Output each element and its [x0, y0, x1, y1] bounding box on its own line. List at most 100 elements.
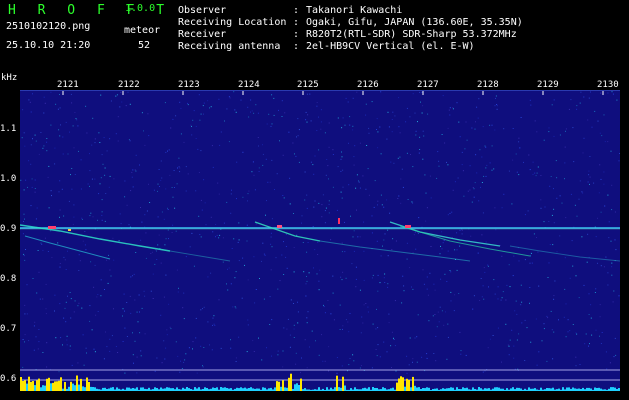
noise-speck [109, 338, 111, 340]
activity-bar [196, 388, 198, 391]
activity-bar [48, 377, 50, 391]
noise-speck [74, 112, 76, 113]
noise-speck [349, 116, 351, 118]
noise-speck [139, 311, 140, 313]
noise-speck [576, 215, 578, 217]
noise-speck [594, 292, 596, 293]
noise-speck [494, 129, 496, 131]
activity-bar [374, 388, 376, 391]
noise-speck [413, 234, 415, 236]
noise-speck [567, 319, 569, 321]
activity-bar [262, 387, 264, 391]
noise-speck [228, 267, 230, 269]
noise-speck [377, 204, 378, 206]
noise-speck [264, 254, 266, 256]
noise-speck [30, 163, 32, 165]
noise-speck [66, 339, 68, 341]
noise-speck [536, 364, 538, 366]
noise-speck [365, 114, 367, 116]
noise-speck [241, 297, 243, 299]
meteor-echo [338, 218, 340, 224]
noise-speck [489, 162, 491, 164]
activity-bar [514, 389, 516, 391]
noise-speck [91, 144, 93, 146]
noise-speck [487, 265, 489, 267]
noise-speck [115, 133, 117, 135]
noise-speck [398, 97, 400, 99]
meteor-echo [48, 226, 56, 229]
noise-speck [605, 256, 607, 258]
noise-speck [67, 250, 68, 252]
noise-speck [514, 310, 516, 312]
noise-speck [445, 311, 446, 313]
noise-speck [141, 307, 143, 309]
noise-speck [92, 117, 94, 119]
noise-speck [153, 189, 155, 191]
noise-speck [305, 111, 307, 113]
time-tick-label: 2126 [357, 80, 379, 90]
noise-speck [509, 339, 511, 341]
noise-speck [73, 216, 75, 218]
activity-bar [356, 389, 358, 391]
activity-bar [322, 388, 324, 391]
noise-speck [283, 274, 285, 275]
noise-speck [484, 271, 486, 273]
activity-bar [420, 389, 422, 391]
noise-speck [222, 237, 224, 239]
noise-speck [429, 272, 431, 274]
activity-bar [580, 389, 582, 391]
activity-bar [474, 389, 476, 391]
noise-speck [495, 95, 497, 97]
noise-speck [586, 261, 588, 263]
noise-speck [304, 199, 306, 201]
activity-bar [74, 385, 76, 391]
noise-speck [298, 161, 300, 163]
noise-speck [589, 183, 590, 185]
noise-speck [529, 262, 531, 264]
frequency-tick-label: 0.8 [0, 274, 17, 284]
noise-speck [380, 255, 382, 257]
noise-speck [417, 232, 419, 234]
info-value: R820T2(RTL-SDR) SDR-Sharp 53.372MHz [306, 29, 517, 40]
noise-speck [207, 276, 209, 278]
noise-speck [171, 232, 173, 233]
noise-speck [613, 290, 615, 292]
noise-speck [564, 257, 566, 259]
noise-speck [590, 91, 591, 93]
noise-speck [419, 149, 421, 150]
noise-speck [553, 208, 555, 210]
header-panel: H R O F F T 1.0.0 2510102120.png meteor … [0, 0, 629, 72]
activity-bar [368, 387, 370, 391]
noise-speck [391, 249, 393, 251]
noise-speck [512, 275, 514, 277]
noise-speck [23, 213, 25, 215]
noise-speck [313, 206, 315, 208]
noise-speck [611, 262, 613, 264]
noise-speck [352, 97, 354, 99]
activity-bar [392, 387, 394, 391]
noise-speck [200, 345, 202, 347]
activity-bar [430, 390, 432, 391]
noise-speck [474, 128, 476, 130]
noise-speck [75, 118, 77, 120]
noise-speck [540, 207, 542, 209]
noise-speck [447, 323, 449, 325]
noise-speck [285, 233, 287, 235]
noise-speck [616, 99, 618, 101]
time-tick-label: 2122 [118, 80, 140, 90]
noise-speck [227, 289, 229, 291]
noise-speck [150, 253, 152, 254]
noise-speck [614, 337, 616, 339]
activity-bar [530, 388, 532, 391]
noise-speck [50, 190, 52, 192]
noise-speck [124, 372, 126, 374]
noise-speck [234, 306, 236, 308]
noise-speck [574, 204, 576, 206]
noise-speck [71, 168, 73, 169]
noise-speck [69, 345, 71, 347]
noise-speck [534, 172, 536, 174]
noise-speck [441, 231, 443, 233]
noise-speck [529, 287, 531, 288]
noise-speck [134, 169, 136, 171]
noise-speck [122, 341, 124, 342]
